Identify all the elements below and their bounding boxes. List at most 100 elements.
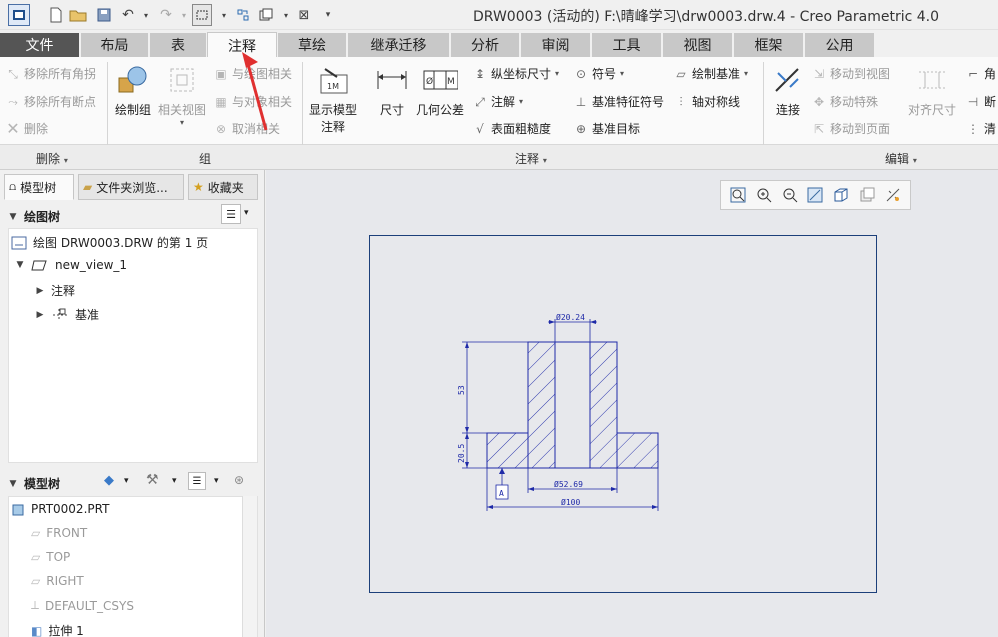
repaint-icon[interactable] [805,185,825,205]
drawing-tree: 绘图 DRW0003.DRW 的第 1 页 ▼ new_view_1 ▶ 注释 … [8,228,258,463]
model-tree-scrollbar[interactable] [242,496,257,637]
model-node-part[interactable]: PRT0002.PRT [11,502,109,516]
save-icon[interactable] [94,4,114,26]
move-to-view-icon: ⇲ [813,66,825,81]
tab-model-tree[interactable]: ⩍ 模型树 [4,174,74,200]
show-model-annotations-button[interactable]: 1M 显示模型 注释 [305,63,361,135]
note-button[interactable]: ⤢ 注解 ▾ [473,93,523,110]
clean-button[interactable]: ⋮ 清 [966,120,996,137]
favorites-star-icon: ★ [193,180,204,194]
tree-settings-icon[interactable]: ☰ [221,204,241,224]
tab-analysis[interactable]: 分析 [451,33,520,57]
tab-layout[interactable]: 布局 [81,33,149,57]
tab-folder-browser[interactable]: ▰ 文件夹浏览... [78,174,184,200]
dim-height-total[interactable]: 53 [457,385,466,395]
annotate-group-label[interactable]: 注释 ▾ [515,150,547,167]
tree-node-datums[interactable]: ▶ 基准 [35,306,99,323]
annotation-display-icon[interactable] [883,185,903,205]
windows-icon[interactable] [256,4,276,26]
model-settings-dropdown-icon[interactable]: ▾ [214,476,219,486]
zoom-in-icon[interactable] [754,185,774,205]
edit-group-label[interactable]: 编辑 ▾ [885,150,917,167]
tree-node-view[interactable]: ▼ new_view_1 [15,258,128,272]
filter-icon[interactable]: ⊛ [234,473,244,487]
regenerate-icon[interactable] [233,4,253,26]
dim-diameter-flange[interactable]: Ø100 [561,497,580,507]
dim-diameter-bore[interactable]: Ø20.24 [556,312,585,322]
symbol-button[interactable]: ⊙ 符号 ▾ [574,65,624,82]
zoom-out-icon[interactable] [780,185,800,205]
tab-legacy-migration[interactable]: 继承迁移 [348,33,450,57]
sheets-icon[interactable] [857,185,877,205]
tab-sketch[interactable]: 草绘 [278,33,347,57]
break-button[interactable]: ⊣ 断 [966,93,996,110]
align-dimensions-button[interactable]: 对齐尺寸 [904,63,960,118]
windows-dropdown-icon[interactable]: ▾ [276,4,296,26]
drawing-page-icon [11,236,27,249]
corner-icon: ⌐ [967,66,979,81]
move-special-button[interactable]: ✥ 移动特殊 [812,93,878,110]
draw-datum-button[interactable]: ▱ 绘制基准 ▾ [674,65,748,82]
dim-height-flange[interactable]: 20.5 [457,444,466,463]
refit-icon[interactable] [728,185,748,205]
select-dropdown-icon[interactable]: ▾ [214,4,234,26]
redo-dropdown-icon[interactable]: ▾ [174,4,194,26]
show-icon[interactable]: ◆ [104,473,114,488]
tab-utilities[interactable]: 公用 [805,33,875,57]
undo-dropdown-icon[interactable]: ▾ [136,4,156,26]
close-window-icon[interactable]: ⊠ [294,4,314,26]
tab-tools[interactable]: 工具 [592,33,662,57]
datum-feature-symbol-button[interactable]: ⊥ 基准特征符号 [574,93,664,110]
model-tree-header[interactable]: ▼ 模型树 [8,475,60,492]
remove-all-breaks-button[interactable]: ⤳ 移除所有断点 [6,93,96,110]
dim-diameter-hub[interactable]: Ø52.69 [554,479,583,489]
ordinate-dimension-button[interactable]: ↨ 纵坐标尺寸 ▾ [473,65,559,82]
tab-table[interactable]: 表 [150,33,207,57]
drawing-tree-header[interactable]: ▼ 绘图树 [8,208,60,225]
connect-button[interactable]: 连接 [768,63,808,118]
select-box-icon[interactable] [192,4,212,26]
show-dropdown-icon[interactable]: ▾ [124,476,129,486]
tab-review[interactable]: 审阅 [521,33,591,57]
undo-icon[interactable]: ↶ [118,4,138,26]
tab-favorites[interactable]: ★ 收藏夹 [188,174,258,200]
datum-target-icon: ⊕ [575,121,587,136]
app-icon[interactable] [8,4,30,26]
geometric-tolerance-button[interactable]: ØM 几何公差 [414,63,466,118]
tab-file[interactable]: 文件 [0,33,80,57]
model-node-top[interactable]: ▱ TOP [31,550,70,564]
tab-frame[interactable]: 框架 [734,33,804,57]
corner-button[interactable]: ⌐ 角 [966,65,996,82]
model-node-front[interactable]: ▱ FRONT [31,526,87,540]
delete-group-label[interactable]: 删除 ▾ [36,150,68,167]
tree-node-annotations[interactable]: ▶ 注释 [35,282,75,299]
draw-group-button[interactable]: 绘制组 [112,63,154,118]
tab-view[interactable]: 视图 [663,33,733,57]
redo-icon[interactable]: ↷ [156,4,176,26]
tree-settings-dropdown-icon[interactable]: ▾ [244,208,249,218]
delete-button[interactable]: ✕ 删除 [6,120,48,137]
symmetry-line-icon: ⫶ [679,94,683,109]
open-folder-icon[interactable] [68,4,88,26]
model-node-right[interactable]: ▱ RIGHT [31,574,84,588]
tree-node-page[interactable]: 绘图 DRW0003.DRW 的第 1 页 [11,234,208,251]
display-style-icon[interactable] [831,185,851,205]
remove-all-jogs-button[interactable]: ⤡ 移除所有角拐 [6,65,96,82]
new-file-icon[interactable] [46,4,66,26]
move-to-page-button[interactable]: ⇱ 移动到页面 [812,120,890,137]
symmetry-line-button[interactable]: ⫶ 轴对称线 [674,93,740,110]
model-node-extrude[interactable]: ◧ 拉伸 1 [31,622,84,637]
tools-icon[interactable]: ⚒ [146,472,159,488]
model-tree-settings-icon[interactable]: ☰ [188,472,206,490]
part-section [486,341,659,469]
customize-toolbar-icon[interactable]: ▾ [318,4,338,26]
align-dimensions-icon [914,63,950,97]
datum-target-button[interactable]: ⊕ 基准目标 [574,120,640,137]
move-to-view-button[interactable]: ⇲ 移动到视图 [812,65,890,82]
related-view-button[interactable]: 相关视图 ▾ [156,63,208,127]
surface-finish-button[interactable]: √ 表面粗糙度 [473,120,551,137]
dimension-button[interactable]: 尺寸 [372,63,412,118]
move-special-icon: ✥ [813,94,825,109]
tools-dropdown-icon[interactable]: ▾ [172,476,177,486]
model-node-csys[interactable]: ⟂ DEFAULT_CSYS [31,598,134,613]
